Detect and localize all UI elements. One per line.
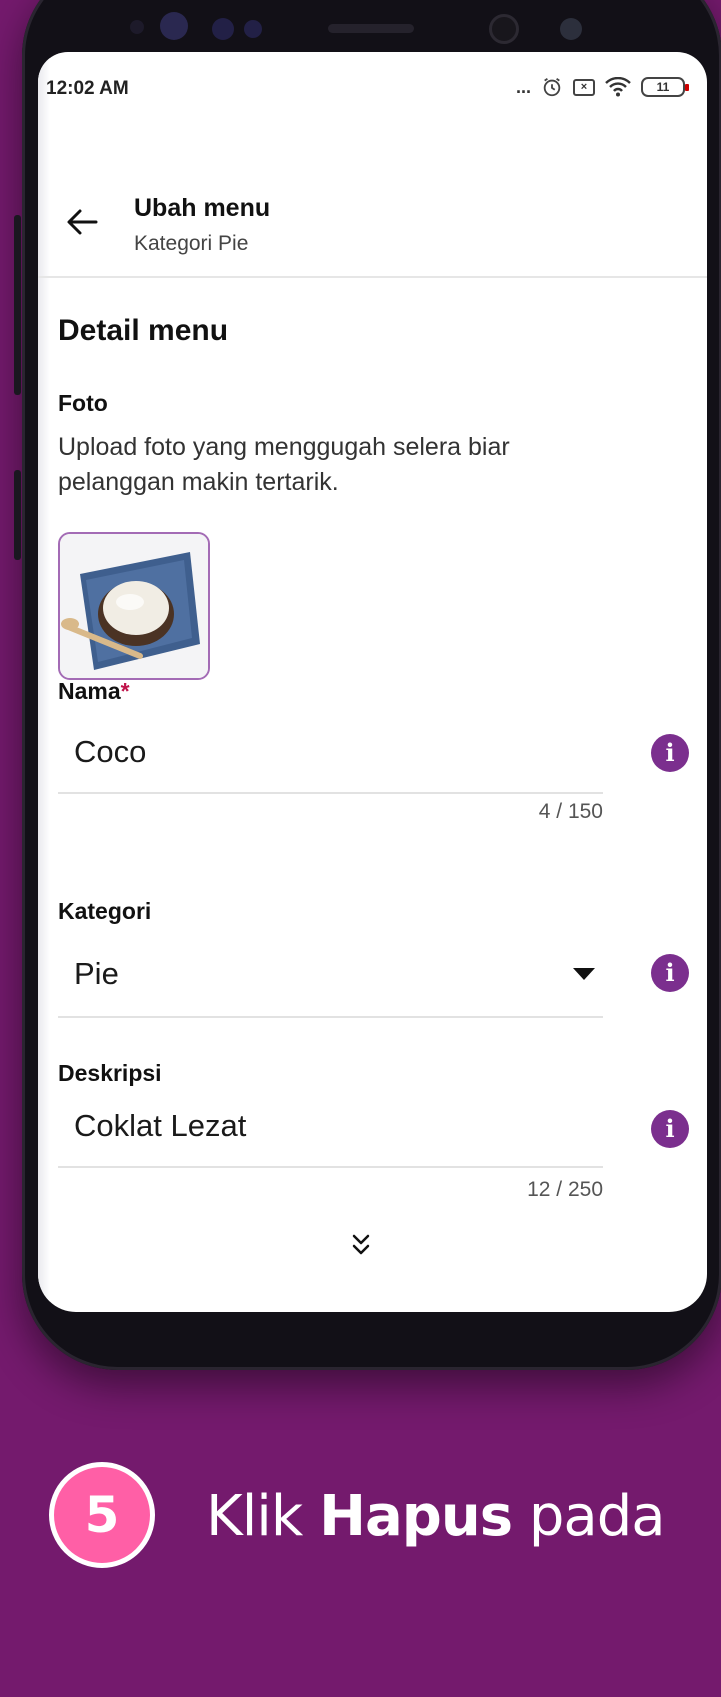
phone-side-button: [14, 470, 21, 560]
step-verb: Klik: [206, 1484, 303, 1549]
category-dropdown-value: Pie: [74, 956, 119, 991]
page-subtitle: Kategori Pie: [134, 232, 249, 255]
front-sensor: [212, 18, 234, 40]
step-number-badge: 5: [49, 1462, 155, 1568]
front-sensor: [560, 18, 582, 40]
description-char-counter: 12 / 250: [527, 1178, 603, 1201]
name-label: Nama*: [58, 678, 130, 705]
photo-description: Upload foto yang menggugah selera biar p…: [58, 433, 510, 496]
sim-off-icon: ×: [573, 78, 595, 96]
notification-dots: ...: [515, 76, 531, 97]
step-instruction: Klik Hapus pada: [206, 1484, 666, 1549]
dropdown-caret-icon: [573, 968, 595, 980]
front-camera: [489, 14, 519, 44]
menu-photo-thumbnail[interactable]: [58, 532, 210, 680]
name-field[interactable]: Coco: [58, 716, 603, 794]
category-label: Kategori: [58, 898, 152, 924]
section-title: Detail menu: [58, 314, 229, 347]
status-icons: ... × 11: [515, 76, 689, 98]
status-time: 12:02 AM: [46, 78, 129, 99]
status-bar: 12:02 AM ... × 11: [38, 52, 707, 124]
description-field-value: Coklat Lezat: [74, 1108, 247, 1143]
alarm-icon: [543, 77, 561, 97]
info-icon[interactable]: i: [651, 1110, 689, 1148]
page-title: Ubah menu: [134, 194, 271, 222]
step-target: Hapus: [319, 1484, 513, 1549]
description-label: Deskripsi: [58, 1060, 162, 1086]
name-label-text: Nama: [58, 678, 121, 704]
photo-label: Foto: [58, 390, 108, 416]
category-dropdown[interactable]: Pie: [58, 938, 603, 1018]
name-char-counter: 4 / 150: [538, 800, 603, 823]
front-sensor: [244, 20, 262, 38]
front-camera: [160, 12, 188, 40]
earpiece-speaker: [328, 24, 414, 33]
step-rest: pada: [528, 1484, 666, 1549]
battery-icon: 11: [641, 77, 689, 97]
info-icon[interactable]: i: [651, 954, 689, 992]
front-sensor: [130, 20, 144, 34]
scroll-down-icon[interactable]: [346, 1232, 376, 1266]
description-field[interactable]: Coklat Lezat: [58, 1090, 603, 1168]
menu-photo-image: [60, 534, 208, 678]
phone-screen: 12:02 AM ... × 11 Ubah menu Kategori Pie…: [38, 52, 707, 1312]
required-asterisk: *: [120, 678, 130, 704]
info-icon[interactable]: i: [651, 734, 689, 772]
wifi-icon: [605, 77, 631, 97]
phone-side-button: [14, 215, 21, 395]
back-arrow-icon[interactable]: [62, 202, 102, 242]
app-bar: Ubah menu Kategori Pie: [38, 124, 707, 278]
name-field-value: Coco: [74, 734, 147, 769]
